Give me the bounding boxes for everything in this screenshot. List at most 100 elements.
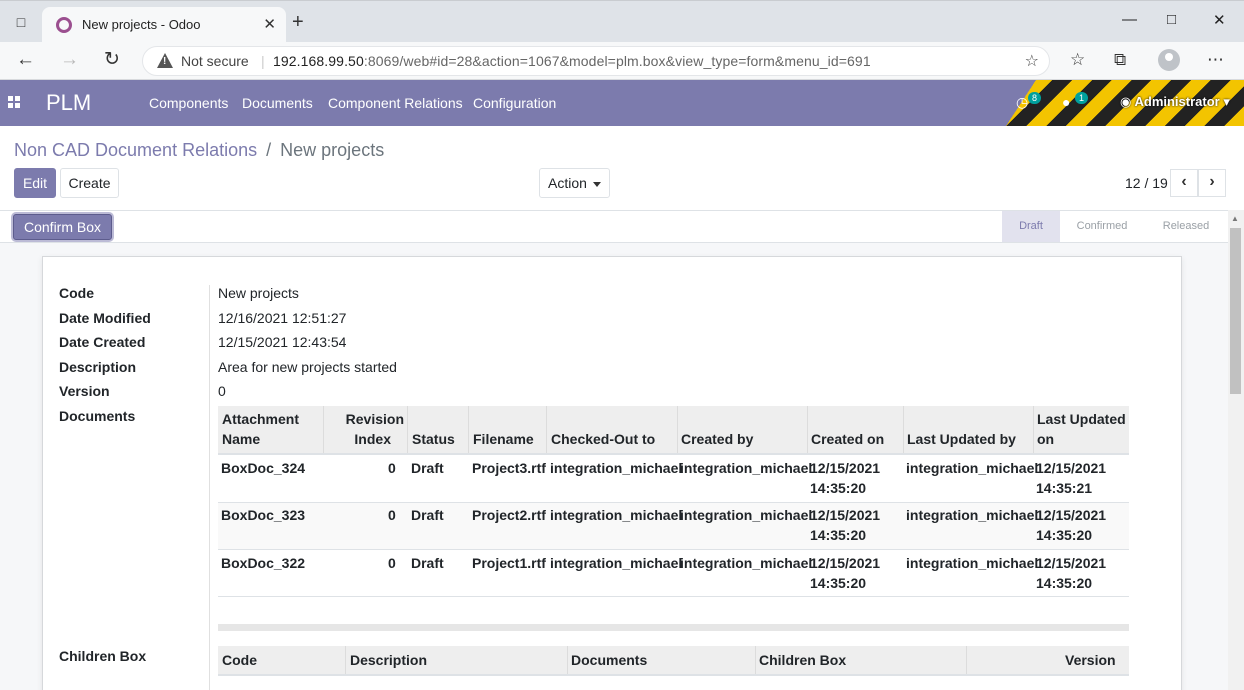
col-children-box[interactable]: Children Box xyxy=(759,650,846,670)
cell-filename: Project1.rtf xyxy=(472,555,546,571)
maximize-icon[interactable]: □ xyxy=(1167,11,1176,28)
cell-created-on: 12/15/2021 14:35:20 xyxy=(810,507,881,543)
table-row[interactable]: BoxDoc_322 0 Draft Project1.rtf integrat… xyxy=(218,550,1129,597)
activity-badge: 8 xyxy=(1028,92,1042,104)
not-secure-label[interactable]: Not secure xyxy=(181,53,249,69)
main-navbar: PLM Components Documents Component Relat… xyxy=(0,80,1244,126)
messages-icon[interactable]: ● xyxy=(1062,94,1070,110)
cell-revision: 0 xyxy=(388,460,396,476)
confirm-box-button[interactable]: Confirm Box xyxy=(13,214,113,240)
cell-checked-out: integration_michael xyxy=(550,507,683,523)
col-revision-index[interactable]: Revision Index xyxy=(324,409,404,449)
tab-title: New projects - Odoo xyxy=(82,17,201,32)
col-attachment-name[interactable]: Attachment Name xyxy=(222,409,299,449)
menu-component-relations[interactable]: Component Relations xyxy=(328,95,463,111)
description-label: Description xyxy=(59,359,137,375)
url-input[interactable]: ! Not secure | 192.168.99.50:8069/web#id… xyxy=(142,46,1050,76)
breadcrumb-parent[interactable]: Non CAD Document Relations xyxy=(14,140,257,160)
cell-attachment-name: BoxDoc_324 xyxy=(221,460,306,476)
forward-icon[interactable]: → xyxy=(60,50,79,70)
pager-value[interactable]: 12 / 19 xyxy=(1125,175,1168,191)
app-brand[interactable]: PLM xyxy=(46,90,91,116)
reload-icon[interactable]: ↻ xyxy=(104,50,120,70)
documents-table-footer xyxy=(218,624,1129,631)
col-version[interactable]: Version xyxy=(1065,650,1116,670)
col-description[interactable]: Description xyxy=(350,650,427,670)
cell-filename: Project2.rtf xyxy=(472,507,546,523)
cell-created-by: integration_michael xyxy=(680,460,813,476)
cell-attachment-name: BoxDoc_323 xyxy=(221,507,306,523)
code-label: Code xyxy=(59,285,94,301)
breadcrumb-separator: / xyxy=(266,140,272,160)
version-value: 0 xyxy=(218,383,226,399)
user-menu[interactable]: ◉ Administrator ▾ xyxy=(1120,94,1230,110)
new-tab-icon[interactable]: + xyxy=(292,12,304,32)
browser-tab-bar: □ New projects - Odoo ✕ + — □ ✕ xyxy=(0,0,1244,43)
pager-previous-button[interactable]: ‹ xyxy=(1170,169,1198,197)
children-table-header: Code Description Documents Children Box … xyxy=(218,646,1129,676)
children-box-label: Children Box xyxy=(59,648,147,664)
cell-revision: 0 xyxy=(388,507,396,523)
description-value: Area for new projects started xyxy=(218,359,397,375)
apps-menu-icon[interactable] xyxy=(8,96,20,108)
breadcrumb: Non CAD Document Relations / New project… xyxy=(14,140,384,161)
scroll-up-icon[interactable]: ▲ xyxy=(1231,214,1239,223)
back-icon[interactable]: ← xyxy=(16,50,35,70)
date-modified-label: Date Modified xyxy=(59,310,151,326)
col-documents[interactable]: Documents xyxy=(571,650,647,670)
url-text[interactable]: 192.168.99.50:8069/web#id=28&action=1067… xyxy=(273,53,871,69)
cell-status: Draft xyxy=(411,555,444,571)
browser-tab[interactable]: New projects - Odoo ✕ xyxy=(42,7,286,43)
date-modified-value: 12/16/2021 12:51:27 xyxy=(218,310,347,326)
table-row[interactable]: BoxDoc_324 0 Draft Project3.rtf integrat… xyxy=(218,456,1129,503)
col-created-on[interactable]: Created on xyxy=(811,429,884,449)
minimize-icon[interactable]: — xyxy=(1122,11,1137,28)
col-created-by[interactable]: Created by xyxy=(681,429,753,449)
menu-components[interactable]: Components xyxy=(149,95,228,111)
stage-released[interactable]: Released xyxy=(1146,211,1226,242)
stage-draft[interactable]: Draft xyxy=(1002,211,1060,242)
scrollbar-thumb[interactable] xyxy=(1230,228,1241,394)
cell-updated-by: integration_michael xyxy=(906,555,1039,571)
cell-attachment-name: BoxDoc_322 xyxy=(221,555,306,571)
col-checked-out-to[interactable]: Checked-Out to xyxy=(551,429,655,449)
tab-actions-icon[interactable]: □ xyxy=(10,11,32,33)
close-tab-icon[interactable]: ✕ xyxy=(263,15,276,33)
caret-down-icon xyxy=(592,181,601,187)
messages-badge: 1 xyxy=(1075,92,1089,104)
browser-address-bar: ← → ↻ ! Not secure | 192.168.99.50:8069/… xyxy=(0,42,1244,80)
menu-configuration[interactable]: Configuration xyxy=(473,95,556,111)
edit-button[interactable]: Edit xyxy=(14,168,56,198)
documents-table-header: Attachment Name Revision Index Status File… xyxy=(218,406,1129,455)
more-menu-icon[interactable]: ⋯ xyxy=(1207,50,1224,70)
code-value: New projects xyxy=(218,285,299,301)
cell-updated-by: integration_michael xyxy=(906,507,1039,523)
col-last-updated-on[interactable]: Last Updated on xyxy=(1037,409,1126,449)
close-window-icon[interactable]: ✕ xyxy=(1213,11,1226,29)
camera-icon: ◉ xyxy=(1120,94,1135,109)
activity-clock-icon[interactable]: ◷ xyxy=(1016,94,1028,111)
table-row[interactable]: BoxDoc_323 0 Draft Project2.rtf integrat… xyxy=(218,503,1129,550)
create-button[interactable]: Create xyxy=(60,168,119,198)
version-label: Version xyxy=(59,383,110,399)
cell-status: Draft xyxy=(411,507,444,523)
menu-documents[interactable]: Documents xyxy=(242,95,313,111)
stage-confirmed[interactable]: Confirmed xyxy=(1062,211,1142,242)
add-favorite-icon[interactable]: ☆ xyxy=(1025,51,1039,71)
col-last-updated-by[interactable]: Last Updated by xyxy=(907,429,1016,449)
date-created-value: 12/15/2021 12:43:54 xyxy=(218,334,347,350)
breadcrumb-current: New projects xyxy=(280,140,385,160)
cell-checked-out: integration_michael xyxy=(550,555,683,571)
favorites-icon[interactable]: ☆ xyxy=(1070,50,1085,70)
collections-icon[interactable]: ⧉ xyxy=(1114,50,1126,70)
col-status[interactable]: Status xyxy=(412,429,455,449)
date-created-label: Date Created xyxy=(59,334,146,350)
cell-revision: 0 xyxy=(388,555,396,571)
col-code[interactable]: Code xyxy=(222,650,257,670)
form-statusbar: Confirm Box Draft Confirmed Released xyxy=(0,210,1228,243)
col-filename[interactable]: Filename xyxy=(473,429,534,449)
action-dropdown[interactable]: Action xyxy=(539,168,610,198)
cell-updated-by: integration_michael xyxy=(906,460,1039,476)
profile-avatar[interactable] xyxy=(1158,49,1180,71)
pager-next-button[interactable]: › xyxy=(1198,169,1226,197)
